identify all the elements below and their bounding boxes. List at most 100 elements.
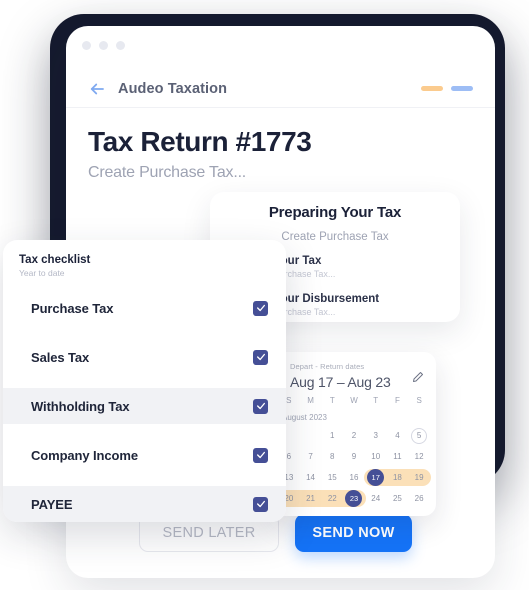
weekday-label: F (394, 396, 400, 405)
weekday-label: T (373, 396, 379, 405)
calendar-day-number: 11 (393, 452, 402, 461)
check-icon (256, 500, 265, 508)
calendar-day[interactable]: 22 (320, 489, 344, 508)
calendar-day-number: 19 (414, 473, 424, 482)
checklist-title: Tax checklist (19, 254, 91, 266)
calendar-day-number: 16 (349, 473, 359, 482)
window-traffic-lights (82, 41, 125, 50)
calendar-day-number: 8 (330, 452, 335, 461)
calendar-day[interactable]: 24 (365, 489, 387, 508)
page-header: Tax Return #1773 Create Purchase Tax... (88, 126, 312, 182)
calendar-day-number: 21 (306, 494, 316, 503)
calendar-weekday-header: S M T W T F S (272, 390, 436, 405)
calendar-day[interactable]: 19 (407, 468, 431, 487)
check-icon (256, 304, 265, 312)
calendar-day[interactable]: 18 (385, 468, 409, 487)
calendar-day[interactable]: 16 (343, 468, 365, 487)
weekday-label: W (350, 396, 358, 405)
calendar-day[interactable]: 5 (408, 426, 430, 445)
screenshot-root: Audeo Taxation Tax Return #1773 Create P… (0, 0, 529, 590)
checklist-checkbox[interactable] (253, 398, 268, 414)
calendar-day-empty (300, 426, 322, 445)
page-title: Tax Return #1773 (88, 126, 312, 157)
checklist-subtitle: Year to date (19, 268, 65, 278)
calendar-day-number: 2 (351, 431, 357, 440)
checklist-row[interactable]: Purchase Tax (3, 290, 286, 326)
check-icon (256, 451, 265, 459)
calendar-day-number: 1 (330, 431, 335, 440)
calendar-day-number: 10 (371, 452, 381, 461)
date-range-label: Depart - Return dates (290, 362, 365, 371)
calendar-day-number: 18 (392, 473, 402, 482)
checklist-checkbox[interactable] (253, 349, 268, 365)
calendar-day[interactable]: 12 (408, 447, 430, 466)
calendar-day[interactable]: 8 (321, 447, 343, 466)
checklist-row[interactable]: Withholding Tax (3, 388, 286, 424)
calendar-day-number: 14 (306, 473, 316, 482)
check-icon (256, 353, 265, 361)
checklist-rows: Purchase Tax Sales Tax Withholding Tax Comp… (3, 290, 286, 522)
calendar-day-number: 26 (414, 494, 424, 503)
calendar-day[interactable]: 25 (387, 489, 409, 508)
checklist-row[interactable]: PAYEE (3, 486, 286, 522)
calendar-day[interactable]: 17 (363, 468, 388, 487)
calendar-day-number: 9 (351, 452, 357, 461)
calendar-month-label: August 2023 (282, 413, 327, 422)
calendar-day-number: 22 (327, 494, 337, 503)
date-range-header: Depart - Return dates Aug 17 – Aug 23 (272, 352, 436, 390)
calendar-day[interactable]: 11 (387, 447, 409, 466)
calendar-day[interactable]: 21 (298, 489, 323, 508)
status-pill-blue[interactable] (451, 86, 473, 91)
app-title: Audeo Taxation (118, 80, 228, 97)
calendar-day-number: 24 (371, 494, 381, 503)
pencil-icon[interactable] (412, 370, 424, 382)
checklist-row-label: Sales Tax (31, 349, 90, 365)
calendar-day[interactable]: 26 (408, 489, 430, 508)
calendar-day[interactable]: 10 (365, 447, 387, 466)
app-topbar: Audeo Taxation (66, 70, 495, 108)
calendar-day-number: 23 (345, 490, 363, 507)
preparing-tax-title: Preparing Your Tax (268, 204, 402, 221)
arrow-left-icon[interactable] (88, 80, 106, 98)
weekday-label: T (329, 396, 335, 405)
weekday-label: M (307, 396, 314, 405)
calendar-day-number: 17 (367, 469, 385, 486)
calendar-day[interactable]: 3 (365, 426, 387, 445)
checklist-row-label: Withholding Tax (31, 398, 130, 414)
checklist-checkbox[interactable] (253, 496, 268, 512)
calendar-day[interactable]: 4 (387, 426, 409, 445)
checklist-row-label: PAYEE (31, 496, 73, 512)
check-icon (256, 402, 265, 410)
calendar-day-number: 12 (414, 452, 424, 461)
calendar-day[interactable]: 2 (343, 426, 365, 445)
checklist-checkbox[interactable] (253, 447, 268, 463)
page-subtitle: Create Purchase Tax... (88, 164, 247, 181)
date-range-value[interactable]: Aug 17 – Aug 23 (290, 374, 424, 390)
calendar-day[interactable]: 1 (321, 426, 343, 445)
calendar-day-number: 7 (308, 452, 313, 461)
checklist-row[interactable]: Company Income (3, 437, 286, 473)
calendar-day-number: 4 (395, 431, 400, 440)
calendar-day-number: 5 (411, 427, 428, 444)
window-minimize-dot[interactable] (99, 41, 108, 50)
date-range-card: Depart - Return dates Aug 17 – Aug 23 S … (272, 352, 436, 516)
calendar-day[interactable]: 15 (321, 468, 343, 487)
window-close-dot[interactable] (82, 41, 91, 50)
send-now-button[interactable]: SEND NOW (295, 514, 412, 552)
calendar-day[interactable]: 23 (342, 489, 366, 508)
window-maximize-dot[interactable] (116, 41, 125, 50)
calendar-day-number: 25 (392, 494, 402, 503)
tax-checklist-card: Tax checklist Year to date Purchase Tax S… (3, 240, 286, 522)
calendar-day[interactable]: 7 (300, 447, 322, 466)
checklist-row[interactable]: Sales Tax (3, 339, 286, 375)
calendar-day[interactable]: 14 (300, 468, 322, 487)
calendar-day-number: 15 (327, 473, 337, 482)
calendar-day[interactable]: 9 (343, 447, 365, 466)
checklist-checkbox[interactable] (253, 300, 268, 316)
status-pill-orange[interactable] (421, 86, 443, 91)
calendar-grid: 1 2 3 4 5 6 7 8 9 10 11 12 13 14 15 16 17 18 19 20 21 22 23 24 2… (272, 426, 436, 508)
checklist-row-label: Company Income (31, 447, 138, 463)
checklist-row-label: Purchase Tax (31, 300, 114, 316)
weekday-label: S (416, 396, 422, 405)
calendar-day-number: 3 (373, 431, 378, 440)
